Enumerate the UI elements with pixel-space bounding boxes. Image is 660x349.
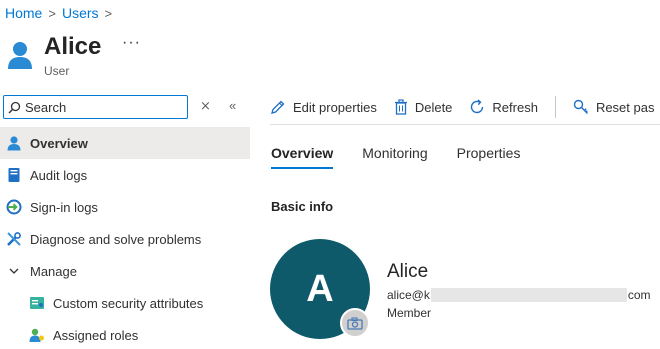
breadcrumb-separator: > <box>48 5 56 21</box>
sidebar-item-label: Audit logs <box>30 167 88 183</box>
sidebar-item-label: Diagnose and solve problems <box>30 231 202 247</box>
delete-button[interactable]: Delete <box>394 99 453 115</box>
chevron-down-icon <box>6 263 22 279</box>
pencil-icon <box>271 100 285 114</box>
change-photo-button[interactable] <box>340 308 370 338</box>
profile-user-type: Member <box>387 306 432 320</box>
tab-properties[interactable]: Properties <box>457 145 521 169</box>
camera-icon <box>347 316 363 330</box>
roles-icon <box>29 327 45 343</box>
email-suffix: com <box>627 288 651 302</box>
tab-overview[interactable]: Overview <box>271 145 334 169</box>
email-redaction <box>430 288 627 302</box>
key-icon <box>573 99 588 114</box>
sidebar-group-manage[interactable]: Manage <box>0 255 250 287</box>
profile-name: Alice <box>387 261 429 282</box>
edit-properties-label: Edit properties <box>293 99 377 115</box>
signin-icon <box>6 199 22 215</box>
sidebar-item-custom-security-attributes[interactable]: Custom security attributes <box>0 287 250 319</box>
breadcrumb-users[interactable]: Users <box>62 5 99 21</box>
email-prefix: alice@k <box>387 288 430 302</box>
wrench-icon <box>6 231 22 247</box>
page-subtitle: User <box>44 64 70 78</box>
sidebar-item-sign-in-logs[interactable]: Sign-in logs <box>0 191 250 223</box>
attributes-icon <box>29 295 45 311</box>
sidebar-item-audit-logs[interactable]: Audit logs <box>0 159 250 191</box>
avatar-initial: A <box>306 267 334 310</box>
book-icon <box>6 167 22 183</box>
sidebar-item-label: Sign-in logs <box>30 199 98 215</box>
sidebar-item-label: Overview <box>30 135 88 151</box>
breadcrumb-home[interactable]: Home <box>5 5 42 21</box>
toolbar-divider <box>554 96 556 118</box>
toolbar-separator <box>270 124 660 125</box>
breadcrumb: Home > Users > <box>5 5 112 21</box>
collapse-sidebar-button[interactable]: « <box>229 98 236 113</box>
edit-properties-button[interactable]: Edit properties <box>270 99 377 115</box>
section-title: Basic info <box>271 199 334 214</box>
reset-password-button[interactable]: Reset pas <box>573 99 655 115</box>
reset-password-label: Reset pas <box>595 99 655 115</box>
refresh-button[interactable]: Refresh <box>469 99 538 115</box>
sidebar-item-overview[interactable]: Overview <box>0 127 250 159</box>
user-icon <box>8 42 32 69</box>
clear-filter-button[interactable]: ⨯ <box>200 98 211 114</box>
sidebar-item-diagnose[interactable]: Diagnose and solve problems <box>0 223 250 255</box>
tab-monitoring[interactable]: Monitoring <box>362 145 427 169</box>
trash-icon <box>394 99 407 115</box>
refresh-label: Refresh <box>492 99 538 115</box>
sidebar-nav: Overview Audit logs Sign-in logs Diagnos… <box>0 127 250 349</box>
refresh-icon <box>471 99 484 114</box>
sidebar-group-label: Manage <box>30 263 77 279</box>
profile-email: alice@k com <box>387 288 651 302</box>
sidebar-item-label: Custom security attributes <box>53 295 204 311</box>
search-input[interactable] <box>25 99 175 115</box>
breadcrumb-separator: > <box>104 5 113 21</box>
search-box[interactable] <box>3 95 188 119</box>
sidebar-item-assigned-roles[interactable]: Assigned roles <box>0 319 250 349</box>
search-icon <box>8 101 21 113</box>
tab-bar: Overview Monitoring Properties <box>271 145 549 169</box>
user-icon <box>6 135 22 151</box>
more-options-button[interactable]: ··· <box>122 34 141 52</box>
delete-label: Delete <box>414 99 453 115</box>
sidebar-item-label: Assigned roles <box>53 327 139 343</box>
command-bar: Edit properties Delete Refresh Reset pas <box>270 92 660 122</box>
page-title: Alice <box>44 33 102 60</box>
